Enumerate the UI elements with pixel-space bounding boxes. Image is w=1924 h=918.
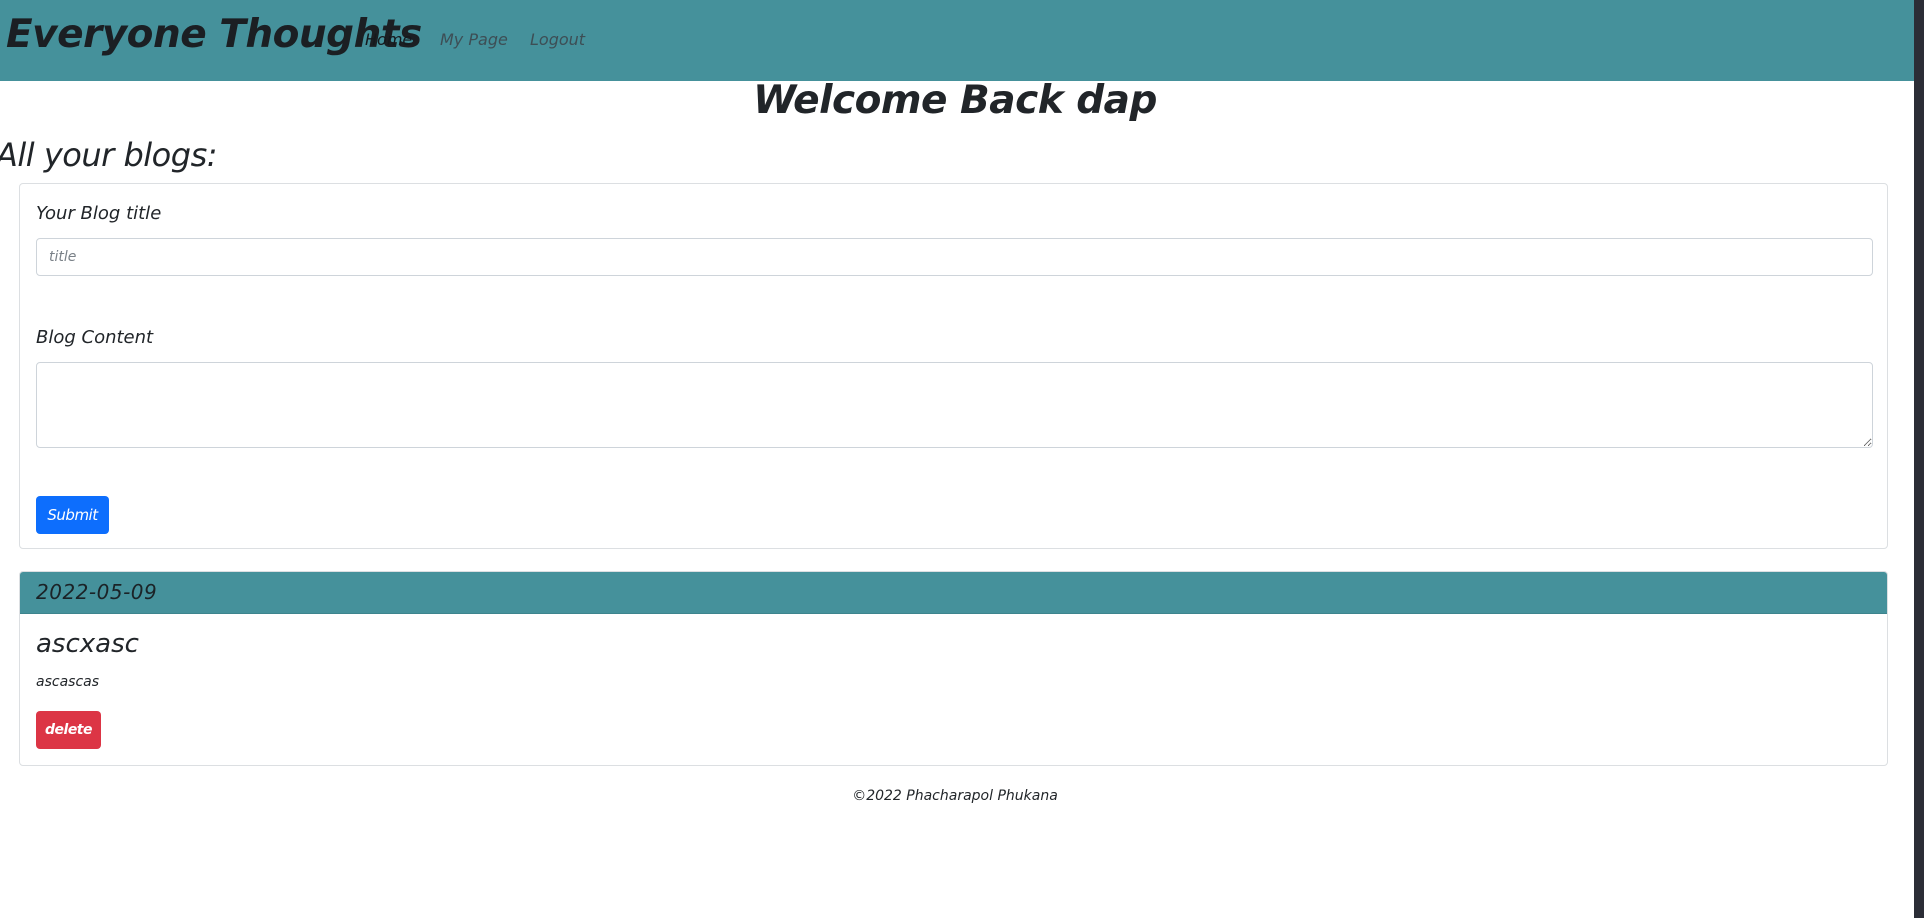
content-textarea[interactable]: [36, 362, 1873, 448]
title-input[interactable]: [36, 238, 1873, 276]
submit-button[interactable]: Submit: [36, 496, 109, 534]
blog-post-title: ascxasc: [36, 629, 139, 659]
title-label: Your Blog title: [36, 203, 162, 224]
blog-post-content: ascascas: [36, 674, 100, 690]
new-blog-form: Your Blog title Blog Content Submit: [19, 183, 1888, 549]
welcome-heading: Welcome Back dap: [753, 78, 1157, 123]
nav-link-my-page[interactable]: My Page: [440, 30, 508, 49]
page: Everyone Thoughts Home My Page Logout We…: [0, 0, 1914, 918]
blog-post-date: 2022-05-09: [36, 580, 158, 604]
footer-copyright: ©2022 Phacharapol Phukana: [852, 788, 1058, 804]
content-label: Blog Content: [36, 327, 154, 348]
blog-post-header: 2022-05-09: [20, 572, 1887, 614]
blog-post-card: 2022-05-09 ascxasc ascascas delete: [19, 571, 1888, 766]
delete-button[interactable]: delete: [36, 711, 101, 749]
nav-link-home[interactable]: Home: [365, 30, 412, 49]
nav-link-logout[interactable]: Logout: [530, 30, 585, 49]
brand-title[interactable]: Everyone Thoughts: [6, 12, 422, 57]
section-heading: All your blogs:: [0, 136, 218, 174]
navbar: Everyone Thoughts Home My Page Logout: [0, 0, 1914, 81]
window-edge: [1914, 0, 1924, 918]
